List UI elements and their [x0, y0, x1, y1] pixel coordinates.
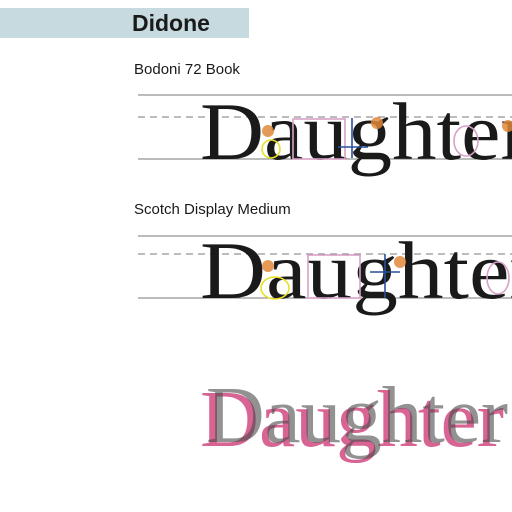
overlay-comparison: Daughter Daughter — [200, 372, 508, 464]
type-specimen-diagram: Daughter Daughter Daughter Daughter — [138, 86, 512, 464]
specimen-2: Daughter — [138, 225, 512, 316]
specimen-1: Daughter — [138, 86, 512, 177]
terminal-dot-a-2 — [262, 260, 274, 272]
terminal-dot-a-1 — [262, 125, 274, 137]
didone-comparison-page: Didone Bodoni 72 Book Scotch Display Med… — [0, 0, 512, 512]
specimen-word-scotch: Daughter — [200, 225, 512, 316]
specimen-word-bodoni: Daughter — [200, 86, 512, 177]
ear-dot-g-2 — [394, 256, 406, 268]
overlay-word-gray: Daughter — [206, 372, 508, 460]
ear-dot-g-1 — [371, 117, 383, 129]
